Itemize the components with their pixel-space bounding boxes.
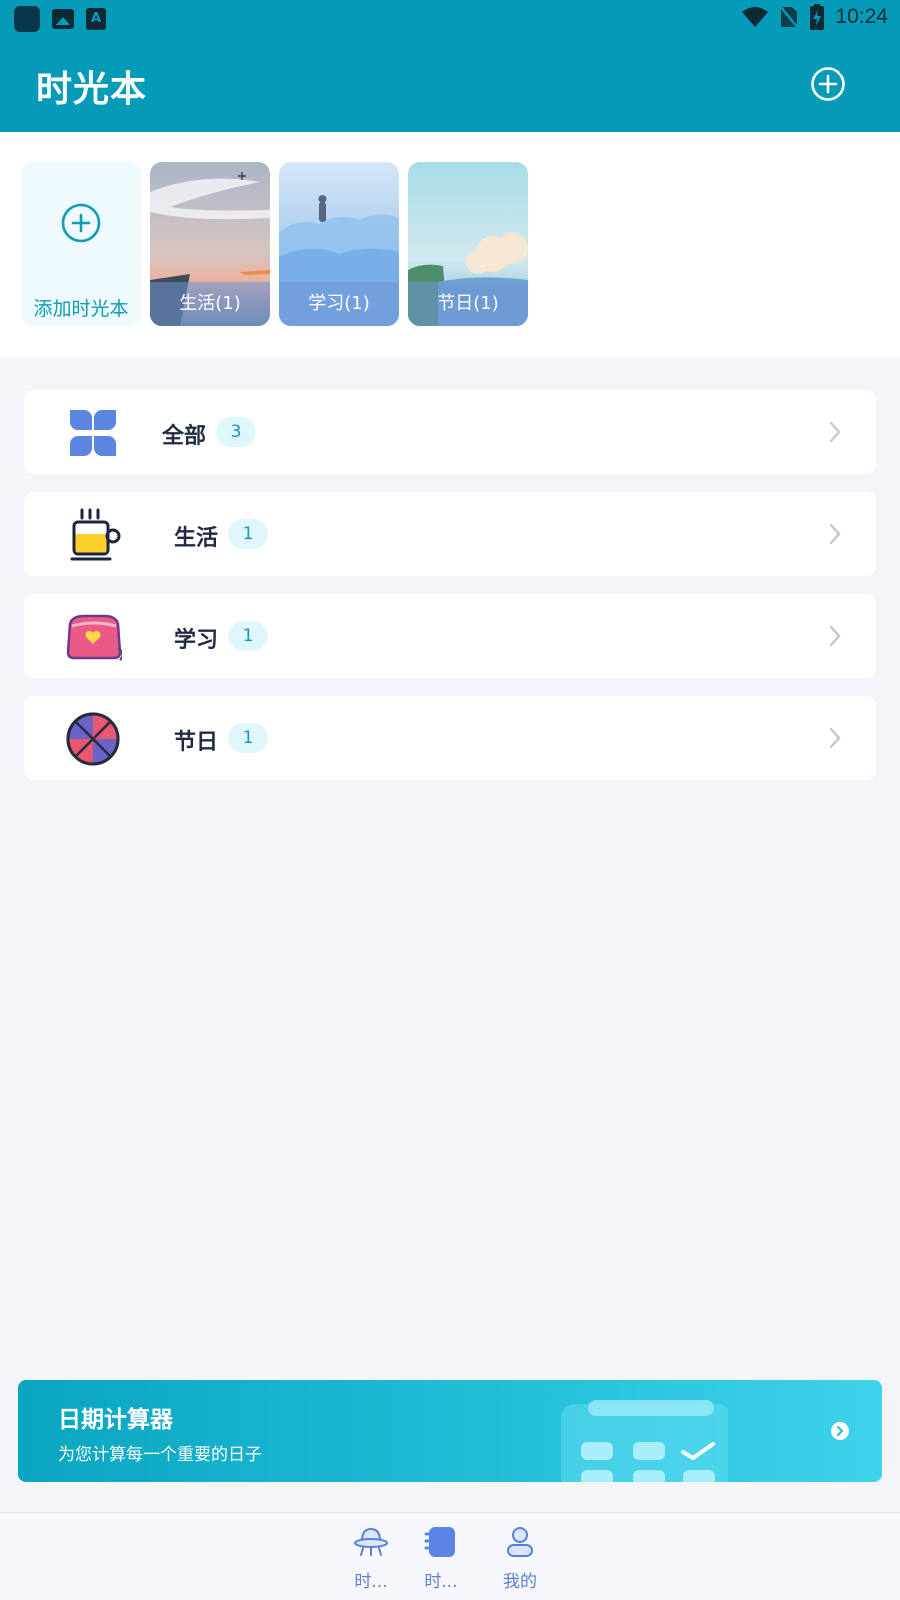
- notebook-card-label: 生活(1): [150, 282, 270, 326]
- nav-item-time-machine[interactable]: 时...: [336, 1513, 406, 1600]
- category-row-holiday[interactable]: 节日 1: [24, 696, 876, 780]
- nav-item-notebook[interactable]: 时...: [406, 1513, 476, 1600]
- notebook-card-label: 节日(1): [408, 282, 528, 326]
- image-icon: [52, 9, 74, 29]
- category-row-life[interactable]: 生活 1: [24, 492, 876, 576]
- page-title: 时光本: [36, 69, 148, 110]
- category-count-badge: 1: [228, 519, 268, 549]
- chevron-right-icon: [829, 625, 841, 647]
- banner-subtitle: 为您计算每一个重要的日子: [58, 1445, 262, 1465]
- four-petal-icon: [70, 410, 116, 456]
- category-name: 生活: [174, 526, 219, 551]
- category-row-study[interactable]: 学习 1: [24, 594, 876, 678]
- nav-item-profile[interactable]: 我的: [485, 1513, 555, 1600]
- arrow-right-circle-icon: [831, 1422, 849, 1440]
- notebook-icon: [424, 1527, 455, 1557]
- nav-label: 时...: [424, 1572, 458, 1592]
- category-name: 节日: [174, 730, 219, 755]
- banner-title: 日期计算器: [58, 1407, 173, 1433]
- add-notebook-label: 添加时光本: [33, 298, 129, 320]
- nav-label: 时...: [354, 1572, 388, 1592]
- app-icon: [14, 6, 40, 32]
- category-row-all[interactable]: 全部 3: [24, 390, 876, 474]
- chevron-right-icon: [829, 421, 841, 443]
- app-header: A 10:24 时光本: [0, 0, 900, 132]
- pencil-case-icon: [66, 614, 122, 661]
- plus-circle-icon: [61, 203, 101, 243]
- coffee-cup-icon: [70, 508, 121, 561]
- ufo-icon: [354, 1527, 388, 1556]
- bottom-nav: 时... 时... 我的: [0, 1512, 900, 1600]
- status-bar: A 10:24: [0, 0, 900, 36]
- font-icon: A: [86, 8, 106, 30]
- chevron-right-icon: [829, 523, 841, 545]
- status-time: 10:24: [835, 5, 888, 28]
- add-notebook-card[interactable]: 添加时光本: [21, 162, 141, 326]
- category-count-badge: 3: [216, 417, 256, 447]
- nav-label: 我的: [503, 1572, 537, 1592]
- wifi-icon: [742, 7, 769, 27]
- category-name: 全部: [162, 424, 207, 449]
- banner-area: 日期计算器 为您计算每一个重要的日子: [0, 1352, 900, 1512]
- no-sim-icon: [779, 5, 800, 29]
- battery-charging-icon: [810, 4, 825, 30]
- category-count-badge: 1: [228, 723, 268, 753]
- screen: A 10:24 时光本 添加时光本 生活(1) 学习(1) 节日(1) 全部 3…: [0, 0, 900, 1600]
- category-count-badge: 1: [228, 621, 268, 651]
- calendar-illustration: [561, 1400, 728, 1482]
- notebook-card-life[interactable]: 生活(1): [150, 162, 270, 326]
- notebook-card-holiday[interactable]: 节日(1): [408, 162, 528, 326]
- chevron-right-icon: [829, 727, 841, 749]
- notebook-card-study[interactable]: 学习(1): [279, 162, 399, 326]
- notebook-card-label: 学习(1): [279, 282, 399, 326]
- person-icon: [507, 1527, 533, 1557]
- basketball-icon: [66, 712, 120, 766]
- category-name: 学习: [174, 628, 219, 653]
- plus-circle-icon[interactable]: [810, 66, 846, 102]
- date-calculator-banner[interactable]: 日期计算器 为您计算每一个重要的日子: [18, 1380, 882, 1482]
- notebook-cards: 添加时光本 生活(1) 学习(1) 节日(1): [0, 132, 900, 357]
